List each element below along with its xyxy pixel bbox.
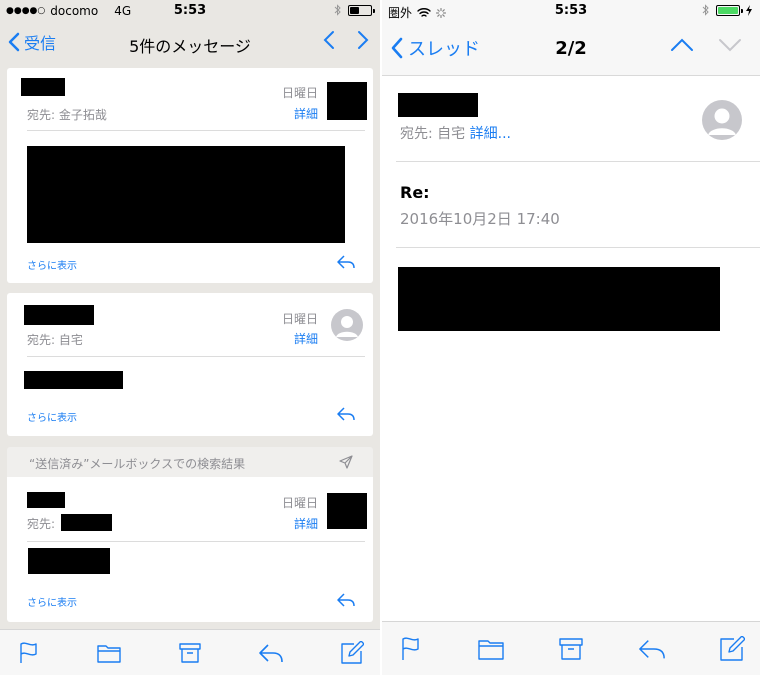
avatar <box>331 309 363 341</box>
show-more-link[interactable]: さらに表示 <box>27 257 77 272</box>
redacted-sender <box>27 492 65 508</box>
show-more-link[interactable]: さらに表示 <box>27 409 77 424</box>
nav-bar: スレッド 2/2 <box>382 20 760 76</box>
avatar <box>702 100 742 140</box>
details-link[interactable]: 詳細 <box>294 330 318 347</box>
message-date: 日曜日 <box>281 86 318 100</box>
charging-icon <box>746 4 752 16</box>
status-bar: 圏外 5:53 <box>382 0 760 20</box>
compose-icon <box>720 635 745 661</box>
redacted-sender <box>398 93 478 117</box>
search-results-header: “送信済み”メールボックスでの検索結果 <box>7 447 373 477</box>
compose-button[interactable] <box>718 635 746 663</box>
message-card[interactable]: 宛先: 金子拓哉 日曜日 詳細 さらに表示 <box>7 68 373 283</box>
archive-icon <box>559 637 583 660</box>
divider <box>396 247 760 248</box>
archive-button[interactable] <box>557 635 585 663</box>
thread-list-screen: ●●●●○ docomo 4G 5:53 受信 5件のメッセージ 宛先: 金子拓… <box>0 0 380 675</box>
recipient-line: 宛先: 自宅 詳細... <box>400 126 511 142</box>
divider <box>27 356 365 357</box>
archive-icon <box>179 642 201 663</box>
bluetooth-icon <box>334 4 341 16</box>
redacted-avatar <box>327 493 367 529</box>
redacted-body <box>27 146 345 243</box>
message-subject: Re: <box>400 183 430 202</box>
reply-button[interactable] <box>638 635 666 663</box>
reply-icon[interactable] <box>337 255 355 269</box>
flag-icon <box>402 636 419 660</box>
flag-button[interactable] <box>396 635 424 663</box>
folder-icon <box>97 644 121 663</box>
bottom-toolbar <box>382 621 760 675</box>
sent-icon <box>339 455 353 469</box>
redacted-body <box>28 548 110 574</box>
message-detail-screen: 圏外 5:53 スレッド 2/2 宛先: 自宅 詳細... Re: 2016年1… <box>382 0 760 675</box>
recipient-line: 宛先: 自宅 <box>27 333 83 347</box>
redacted-sender <box>21 78 65 96</box>
reply-icon <box>259 643 283 662</box>
flag-icon <box>20 641 37 663</box>
message-date: 日曜日 <box>281 312 318 326</box>
show-more-link[interactable]: さらに表示 <box>27 594 77 609</box>
divider <box>27 130 365 131</box>
next-message-button[interactable] <box>718 38 742 52</box>
nav-bar: 受信 5件のメッセージ <box>0 22 380 64</box>
reply-icon <box>638 639 665 658</box>
redacted-body <box>24 371 123 389</box>
redacted-recipient <box>61 514 112 531</box>
status-time: 5:53 <box>173 3 207 18</box>
recipient-line: 宛先: 金子拓哉 <box>27 108 107 122</box>
move-folder-button[interactable] <box>477 635 505 663</box>
reply-icon[interactable] <box>337 407 355 421</box>
compose-button[interactable] <box>338 639 366 667</box>
previous-message-button[interactable] <box>322 30 336 50</box>
redacted-body <box>398 267 720 331</box>
next-message-button[interactable] <box>356 30 370 50</box>
section-header-label: “送信済み”メールボックスでの検索結果 <box>29 457 246 471</box>
person-icon <box>336 316 358 337</box>
reply-button[interactable] <box>257 639 285 667</box>
move-folder-button[interactable] <box>95 639 123 667</box>
message-date: 2016年10月2日 17:40 <box>400 210 560 228</box>
reply-icon[interactable] <box>337 593 355 607</box>
person-icon <box>708 108 736 135</box>
bottom-toolbar <box>0 629 380 675</box>
battery-icon <box>716 4 743 16</box>
archive-button[interactable] <box>176 639 204 667</box>
details-link[interactable]: 詳細 <box>294 105 318 122</box>
redacted-avatar <box>327 82 367 120</box>
details-link[interactable]: 詳細... <box>470 126 511 142</box>
previous-message-button[interactable] <box>670 38 694 52</box>
status-bar: ●●●●○ docomo 4G 5:53 <box>0 0 380 22</box>
flag-button[interactable] <box>14 639 42 667</box>
recipient-line: 宛先: <box>27 517 56 531</box>
folder-icon <box>477 639 504 660</box>
message-card[interactable]: 宛先: 日曜日 詳細 さらに表示 <box>7 477 373 622</box>
divider <box>27 541 365 542</box>
redacted-sender <box>24 305 94 325</box>
divider <box>396 161 760 162</box>
details-link[interactable]: 詳細 <box>294 515 318 532</box>
message-card[interactable]: 宛先: 自宅 日曜日 詳細 さらに表示 <box>7 293 373 436</box>
bluetooth-icon <box>702 4 709 16</box>
compose-icon <box>341 640 364 664</box>
message-date: 日曜日 <box>281 496 318 510</box>
battery-icon <box>348 4 375 16</box>
